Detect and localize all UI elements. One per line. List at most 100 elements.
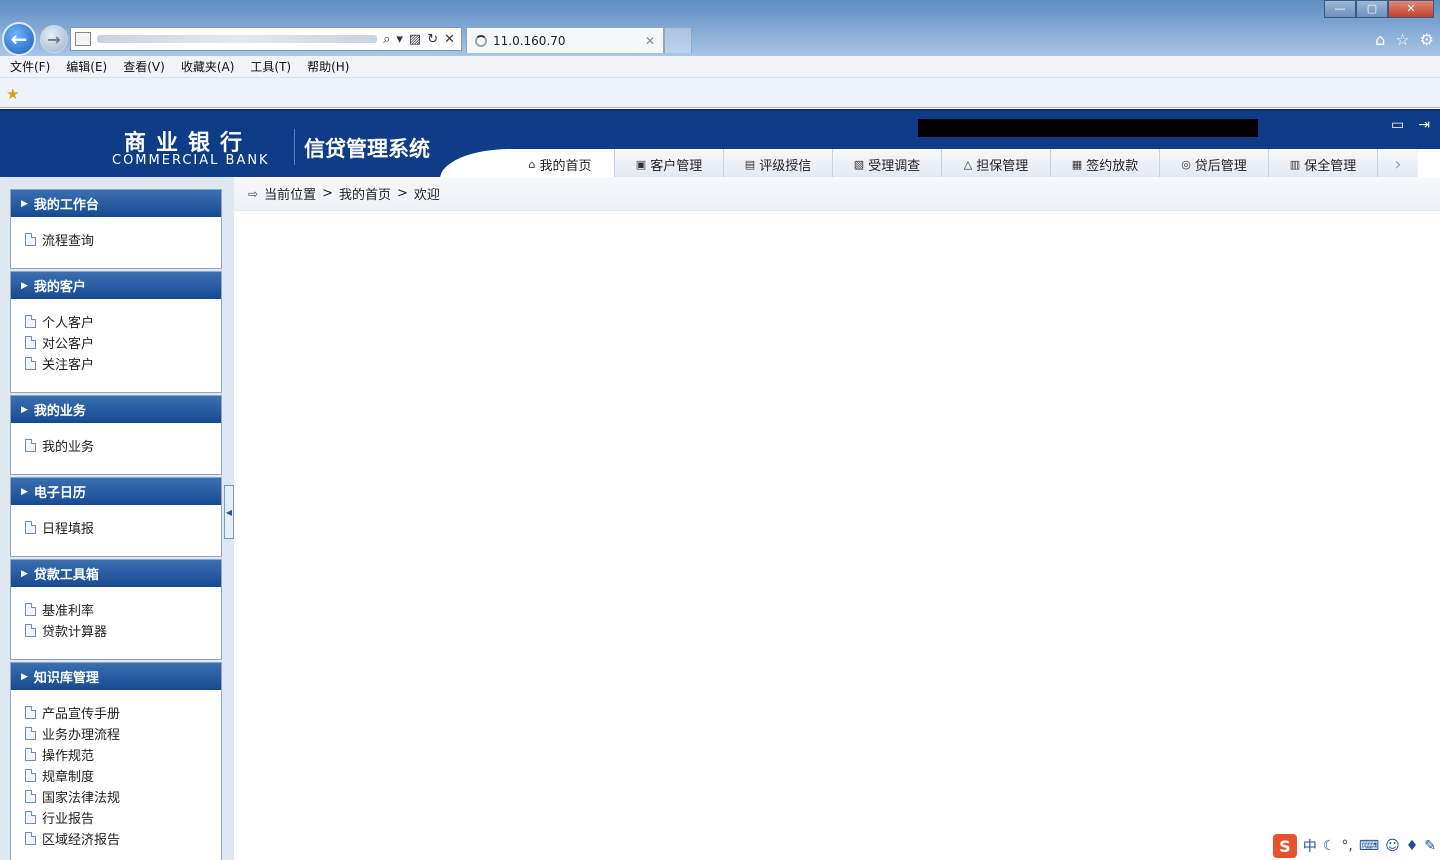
sidebar-panel-header[interactable]: ▶ 电子日历 [11, 478, 221, 505]
restore-button[interactable]: ▢ [1356, 0, 1388, 18]
sidebar-panel: ▶ 贷款工具箱基准利率 贷款计算器 [10, 559, 222, 660]
sidebar-panel-header[interactable]: ▶ 我的客户 [11, 272, 221, 299]
system-name: 信贷管理系统 [304, 137, 430, 161]
document-icon [25, 832, 36, 845]
settings-gear-icon[interactable]: ⚙ [1420, 30, 1434, 49]
nav-tab-label: 保全管理 [1304, 158, 1357, 174]
refresh-icon[interactable]: ↻ [427, 32, 438, 47]
expand-caret-icon: ▶ [21, 280, 28, 291]
search-icon[interactable]: ⌕ [383, 32, 390, 47]
address-bar[interactable]: ⌕ ▾ ▨ ↻ ✕ [70, 27, 462, 51]
favorites-star-icon[interactable]: ☆ [1395, 30, 1409, 49]
compatibility-icon[interactable]: ▨ [409, 32, 421, 47]
sidebar-item[interactable]: 操作规范 [25, 744, 221, 765]
back-button[interactable]: ← [2, 22, 36, 56]
sidebar-item-label: 流程查询 [42, 234, 95, 249]
menu-favorites[interactable]: 收藏夹(A) [181, 58, 235, 75]
dropdown-icon[interactable]: ▾ [396, 32, 403, 47]
menu-view[interactable]: 查看(V) [123, 58, 165, 75]
app-header: 商业银行 COMMERCIAL BANK 信贷管理系统 ▭ ⇥ ⌂ 我的首页 ▣ 客户… [0, 109, 1440, 179]
nav-tab-1[interactable]: ▣ 客户管理 [615, 149, 724, 179]
close-window-button[interactable]: ✕ [1388, 0, 1434, 18]
sidebar-item[interactable]: 我的业务 [25, 435, 221, 456]
sidebar-item[interactable]: 区域经济报告 [25, 828, 221, 849]
sidebar-item-label: 产品宣传手册 [42, 707, 121, 722]
window-controls: — ▢ ✕ [1324, 0, 1434, 18]
home-page-icon[interactable]: ⌂ [1375, 30, 1385, 49]
desktop-icon[interactable]: ▭ [1391, 117, 1404, 133]
sidebar-item-label: 操作规范 [42, 749, 95, 764]
tab-title: 11.0.160.70 [493, 33, 566, 48]
nav-tab-7[interactable]: ▥ 保全管理 [1269, 149, 1378, 179]
address-url-redacted [97, 35, 378, 43]
minimize-button[interactable]: — [1324, 0, 1356, 18]
expand-caret-icon: ▶ [21, 198, 28, 209]
sidebar-item[interactable]: 个人客户 [25, 311, 221, 332]
sidebar-item[interactable]: 产品宣传手册 [25, 702, 221, 723]
ime-user-icon[interactable]: ☺ [1385, 838, 1400, 854]
sidebar-item[interactable]: 规章制度 [25, 765, 221, 786]
nav-tab-label: 贷后管理 [1194, 158, 1247, 174]
logout-icon[interactable]: ⇥ [1418, 117, 1430, 133]
breadcrumb-home[interactable]: 我的首页 [339, 184, 391, 203]
sidebar-panel-title: 我的工作台 [33, 198, 99, 213]
ime-punct-icon[interactable]: °, [1341, 838, 1352, 854]
sidebar-panel-header[interactable]: ▶ 我的工作台 [11, 190, 221, 217]
sidebar-item[interactable]: 贷款计算器 [25, 620, 221, 641]
sidebar-panel-header[interactable]: ▶ 贷款工具箱 [11, 560, 221, 587]
rating-icon: ▤ [744, 157, 756, 171]
sidebar-item[interactable]: 基准利率 [25, 599, 221, 620]
nav-tab-label: 签约放款 [1086, 158, 1139, 174]
sidebar-item[interactable]: 关注客户 [25, 353, 221, 374]
tab-close-icon[interactable]: ✕ [645, 34, 655, 48]
nav-tab-6[interactable]: ◎ 贷后管理 [1160, 149, 1269, 179]
sidebar-item[interactable]: 行业报告 [25, 807, 221, 828]
document-icon [25, 811, 36, 824]
sidebar: ▶ 我的工作台 流程查询 ▶ 我的客户 个人客户 对公客户 关注客户 ▶ 我的业务 我的业务 ▶ 电子日… [0, 177, 234, 860]
sidebar-panel-header[interactable]: ▶ 我的业务 [11, 396, 221, 423]
document-icon [25, 336, 36, 349]
sidebar-panel: ▶ 知识库管理产品宣传手册 业务办理流程操作规范规章制度 国家法律法规 行业报告 区域经济… [10, 662, 222, 860]
nav-tab-label: 担保管理 [976, 158, 1029, 174]
sidebar-panel-header[interactable]: ▶ 知识库管理 [11, 663, 221, 690]
ime-moon-icon[interactable]: ☾ [1323, 838, 1336, 854]
ime-wrench-icon[interactable]: ✎ [1424, 838, 1436, 854]
ime-keyboard-icon[interactable]: ⌨ [1359, 838, 1379, 854]
sidebar-panel-title: 我的业务 [33, 404, 86, 419]
menu-tools[interactable]: 工具(T) [250, 58, 291, 75]
breadcrumb-current: 欢迎 [413, 188, 440, 203]
nav-next-arrow-icon[interactable]: › [1378, 149, 1418, 179]
document-icon [25, 315, 36, 328]
sidebar-item-label: 规章制度 [42, 770, 95, 785]
ime-shirt-icon[interactable]: ♦ [1406, 838, 1419, 854]
add-favorite-icon[interactable]: ★ [6, 85, 19, 103]
browser-tab[interactable]: 11.0.160.70 ✕ [466, 27, 664, 53]
menu-help[interactable]: 帮助(H) [307, 58, 349, 75]
nav-tab-label: 客户管理 [650, 158, 703, 174]
forward-button[interactable]: → [40, 25, 68, 53]
new-tab-button[interactable] [664, 27, 692, 53]
nav-tab-5[interactable]: ▦ 签约放款 [1051, 149, 1160, 179]
sidebar-panel: ▶ 电子日历日程填报 [10, 477, 222, 557]
stop-icon[interactable]: ✕ [444, 32, 455, 47]
document-icon [25, 706, 36, 719]
document-icon [25, 727, 36, 740]
nav-tab-4[interactable]: △ 担保管理 [942, 149, 1051, 179]
sidebar-collapse-handle[interactable]: ◀ [224, 485, 234, 539]
home-icon: ⌂ [528, 157, 536, 171]
bank-logo-en: COMMERCIAL BANK [112, 153, 270, 168]
browser-menubar: 文件(F) 编辑(E) 查看(V) 收藏夹(A) 工具(T) 帮助(H) [0, 56, 1440, 78]
ime-logo[interactable]: S [1272, 834, 1297, 858]
nav-tab-label: 评级授信 [759, 158, 812, 174]
nav-tab-0[interactable]: ⌂ 我的首页 [506, 149, 615, 179]
nav-tab-2[interactable]: ▤ 评级授信 [724, 149, 833, 179]
nav-tab-3[interactable]: ▧ 受理调查 [833, 149, 942, 179]
menu-file[interactable]: 文件(F) [10, 58, 50, 75]
sidebar-item[interactable]: 流程查询 [25, 229, 221, 250]
sidebar-item[interactable]: 对公客户 [25, 332, 221, 353]
ime-mode[interactable]: 中 [1303, 836, 1317, 856]
menu-edit[interactable]: 编辑(E) [66, 58, 107, 75]
sidebar-item[interactable]: 国家法律法规 [25, 786, 221, 807]
sidebar-item[interactable]: 业务办理流程 [25, 723, 221, 744]
sidebar-item[interactable]: 日程填报 [25, 517, 221, 538]
